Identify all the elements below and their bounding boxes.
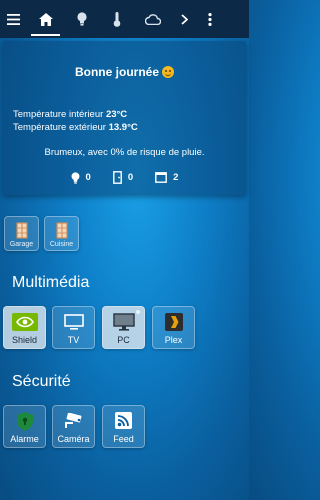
shield-icon (4, 412, 45, 431)
cloud-icon[interactable] (135, 0, 171, 38)
indoor-temperature: Température intérieur 23°C (13, 109, 127, 120)
door-tile-cuisine[interactable]: Cuisine (44, 216, 79, 251)
doors-count: 0 (127, 172, 134, 183)
monitor-icon (103, 313, 144, 331)
menu-icon[interactable] (0, 0, 27, 38)
tile-label: Shield (11, 335, 38, 345)
security-tile-camera[interactable]: Caméra (52, 405, 95, 448)
lightbulb-icon (71, 171, 79, 184)
security-tile-alarme[interactable]: Alarme (3, 405, 46, 448)
outdoor-temperature: Température extérieur 13.9°C (13, 122, 138, 133)
lights-count: 0 (85, 172, 91, 183)
nvidia-icon (4, 313, 45, 331)
door-tile-garage[interactable]: Garage (4, 216, 39, 251)
section-title-security: Sécurité (12, 373, 71, 390)
rss-icon (103, 412, 144, 429)
tile-label: Garage (9, 241, 34, 248)
media-tile-shield[interactable]: Shield (3, 306, 46, 349)
lights-counter[interactable]: 0 (71, 171, 91, 184)
indoor-value: 23°C (105, 109, 128, 120)
top-nav-bar (0, 0, 249, 38)
tile-label: Cuisine (49, 241, 74, 248)
tile-label: Feed (113, 434, 134, 444)
door-icon (5, 222, 38, 239)
smiley-icon (162, 66, 174, 78)
tile-label: Alarme (10, 434, 39, 444)
tile-label: Plex (164, 335, 183, 345)
plex-icon (153, 313, 194, 331)
windows-count: 2 (173, 172, 179, 183)
security-tile-feed[interactable]: Feed (102, 405, 145, 448)
media-tile-pc[interactable]: PC (102, 306, 145, 349)
chevron-right-icon[interactable] (171, 0, 197, 38)
indoor-label: Température intérieur (13, 109, 104, 120)
more-vert-icon[interactable] (197, 0, 223, 38)
tile-label: Caméra (57, 434, 90, 444)
lightbulb-icon[interactable] (64, 0, 99, 38)
home-icon[interactable] (27, 0, 64, 38)
outdoor-value: 13.9°C (108, 122, 138, 133)
media-tile-plex[interactable]: Plex (152, 306, 195, 349)
thermometer-icon[interactable] (99, 0, 135, 38)
door-icon (45, 222, 78, 239)
greeting: Bonne journée (3, 65, 246, 79)
outdoor-label: Température extérieur (13, 122, 106, 133)
tile-label: TV (67, 335, 80, 345)
weather-summary: Brumeux, avec 0% de risque de pluie. (44, 147, 205, 158)
windows-counter[interactable]: 2 (155, 171, 178, 184)
doors-counter[interactable]: 0 (112, 171, 134, 184)
media-tile-tv[interactable]: TV (52, 306, 95, 349)
status-counters: 0 0 2 (3, 171, 246, 184)
section-title-multimedia: Multimédia (12, 274, 90, 291)
greeting-text: Bonne journée (74, 65, 159, 79)
door-icon (112, 171, 122, 184)
window-icon (155, 172, 168, 183)
welcome-card: Bonne journée Température intérieur 23°C… (3, 41, 246, 195)
tv-icon (53, 314, 94, 330)
camera-icon (53, 413, 94, 429)
tile-label: PC (117, 335, 130, 345)
